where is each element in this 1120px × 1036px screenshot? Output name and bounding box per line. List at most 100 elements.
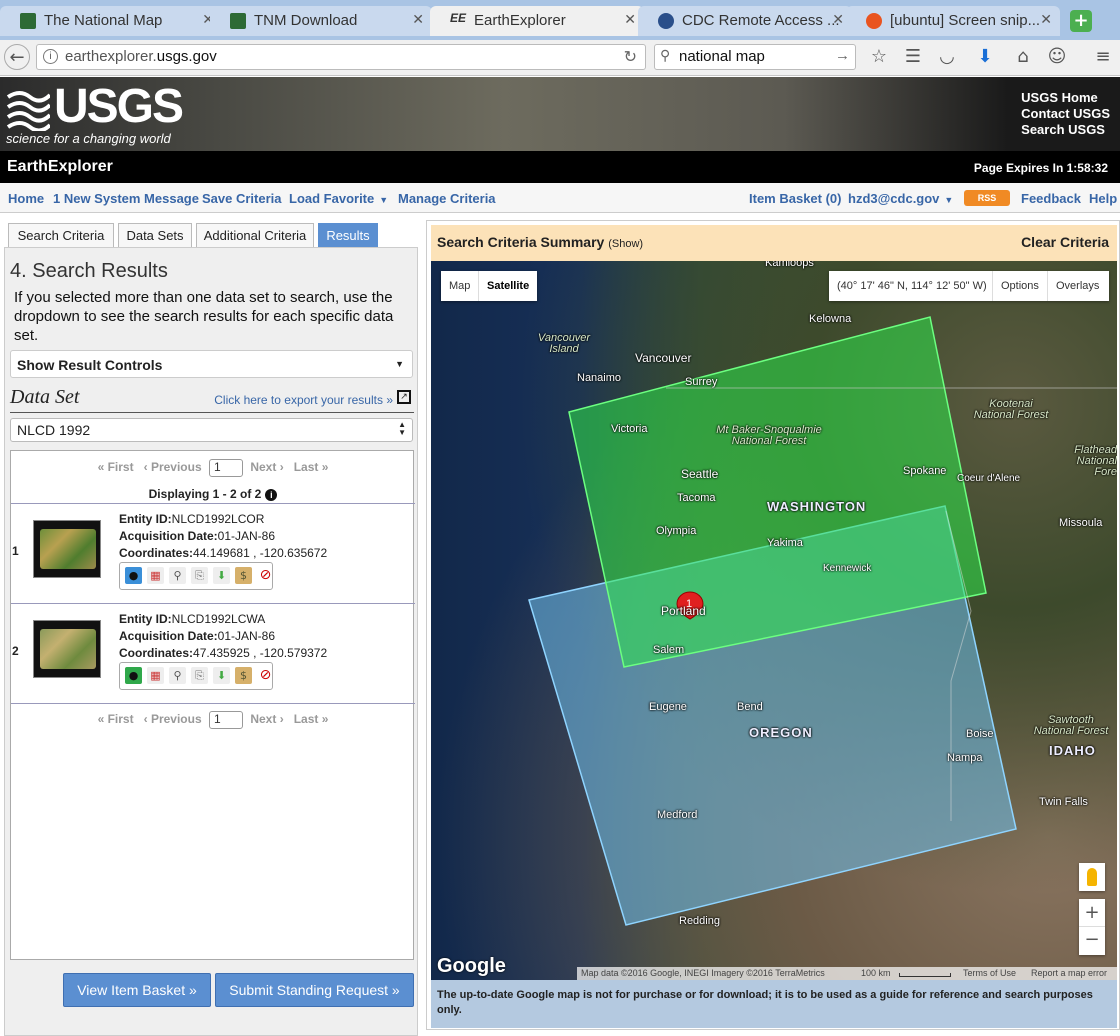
menu-home[interactable]: Home [8,191,44,206]
pager-next[interactable]: Next › [250,712,283,726]
rss-icon[interactable]: RSS [964,190,1010,206]
footprint-icon[interactable]: ● [125,567,142,584]
results-list: « First ‹ Previous 1 Next › Last » Displ… [10,450,415,960]
metadata-icon[interactable]: ⚲ [169,667,186,684]
page-number-input[interactable]: 1 [209,459,243,477]
tab-additional-criteria[interactable]: Additional Criteria [196,223,314,247]
go-arrow-icon[interactable]: → [835,47,850,64]
download-icon[interactable]: ⬇ [972,44,998,70]
coordinates-label: Coordinates: [119,646,194,660]
result-thumbnail[interactable] [33,520,101,578]
menu-manage-criteria[interactable]: Manage Criteria [398,191,496,206]
summary-show-link[interactable]: (Show) [608,238,643,250]
reload-icon[interactable]: ↻ [624,47,637,67]
pager-previous[interactable]: ‹ Previous [144,712,202,726]
usgs-logo[interactable]: USGS science for a changing world [6,83,184,147]
pager-next[interactable]: Next › [250,460,283,474]
download-options-icon[interactable]: ⬇ [213,667,230,684]
menu-help[interactable]: Help [1089,191,1117,206]
terms-link[interactable]: Terms of Use [963,968,1016,978]
pager-first[interactable]: « First [98,712,134,726]
tab-national-map[interactable]: The National Map ✕ [0,6,222,36]
download-options-icon[interactable]: ⬇ [213,567,230,584]
search-input[interactable]: ⚲ national map → [654,44,856,70]
pager-last[interactable]: Last » [294,460,329,474]
metadata-icon[interactable]: ⚲ [169,567,186,584]
tab-ubuntu[interactable]: [ubuntu] Screen snip... ✕ [846,6,1060,36]
usgs-home-link[interactable]: USGS Home [1021,90,1110,106]
result-controls-toggle[interactable]: Show Result Controls ▼ [10,350,413,378]
close-icon[interactable]: ✕ [832,11,844,28]
entity-id-value: NLCD1992LCOR [171,512,265,526]
overlay-icon[interactable]: ▦ [147,567,164,584]
submit-standing-request-button[interactable]: Submit Standing Request » [215,973,414,1007]
footprint-icon[interactable]: ● [125,667,142,684]
add-to-bulk-icon[interactable]: $ [235,567,252,584]
map-type-map[interactable]: Map [449,280,470,292]
ubuntu-favicon-icon [866,13,882,29]
bookmark-star-icon[interactable]: ☆ [866,44,892,70]
acquisition-date-value: 01-JAN-86 [217,629,276,643]
right-panel: Search Criteria Summary (Show) Clear Cri… [426,220,1120,1030]
reading-list-icon[interactable]: ☰ [900,44,926,70]
report-error-link[interactable]: Report a map error [1031,968,1107,978]
clear-criteria-button[interactable]: Clear Criteria [1021,234,1109,250]
hello-icon[interactable]: ☺ [1044,44,1070,70]
menu-feedback[interactable]: Feedback [1021,191,1081,206]
pager-last[interactable]: Last » [294,712,329,726]
overlays-button[interactable]: Overlays [1056,280,1099,292]
page-number-input[interactable]: 1 [209,711,243,729]
menu-system-message[interactable]: 1 New System Message [53,191,199,206]
map-label: Bend [737,701,763,713]
search-usgs-link[interactable]: Search USGS [1021,122,1110,138]
close-icon[interactable]: ✕ [412,11,424,28]
pager-previous[interactable]: ‹ Previous [144,460,202,474]
tab-results[interactable]: Results [318,223,378,247]
chevron-down-icon: ▼ [379,195,389,205]
add-to-bulk-icon[interactable]: $ [235,667,252,684]
home-icon[interactable]: ⌂ [1010,44,1036,70]
dataset-select[interactable]: NLCD 1992 ▲ ▼ [10,418,413,442]
view-item-basket-button[interactable]: View Item Basket » [63,973,211,1007]
exclude-icon[interactable]: ⊘ [257,667,274,684]
compare-icon[interactable]: ⎘ [191,667,208,684]
info-icon[interactable]: i [265,489,278,501]
export-results-link[interactable]: Click here to export your results » [214,393,393,407]
url-bar[interactable]: i earthexplorer.usgs.gov ↻ [36,44,646,70]
tab-search-criteria[interactable]: Search Criteria [8,223,114,247]
info-icon[interactable]: i [43,49,58,64]
menu-user-label: hzd3@cdc.gov [848,191,940,206]
tab-tnm-download[interactable]: TNM Download ✕ [210,6,432,36]
external-link-icon[interactable]: ↗ [397,390,411,404]
menu-user[interactable]: hzd3@cdc.gov ▼ [848,191,953,206]
contact-usgs-link[interactable]: Contact USGS [1021,106,1110,122]
close-icon[interactable]: ✕ [624,11,636,28]
tab-cdc-remote[interactable]: CDC Remote Access ... ✕ [638,6,852,36]
zoom-out-button[interactable]: − [1079,927,1105,955]
menu-save-criteria[interactable]: Save Criteria [202,191,282,206]
options-button[interactable]: Options [1001,280,1039,292]
map-type-satellite[interactable]: Satellite [487,280,529,292]
scale-label: 100 km [861,968,891,978]
coordinates-value: 47.435925 , -120.579372 [193,646,328,660]
new-tab-icon[interactable]: + [1070,10,1092,32]
menu-item-basket[interactable]: Item Basket (0) [749,191,841,206]
exclude-icon[interactable]: ⊘ [257,567,274,584]
menu-icon[interactable]: ≡ [1090,44,1116,70]
search-icon: ⚲ [660,47,671,63]
map-view[interactable]: 1 Map Satellite (40° 17' 46" N, 114° 12'… [431,261,1117,980]
back-icon[interactable]: ← [4,44,30,70]
map-label: Surrey [685,376,718,388]
tab-data-sets[interactable]: Data Sets [118,223,192,247]
pocket-icon[interactable]: ◡ [934,44,960,70]
street-view-pegman-icon[interactable] [1079,863,1105,891]
overlay-icon[interactable]: ▦ [147,667,164,684]
zoom-in-button[interactable]: + [1079,899,1105,927]
compare-icon[interactable]: ⎘ [191,567,208,584]
pager-top: « First ‹ Previous 1 Next › Last » [11,459,415,477]
tab-earthexplorer[interactable]: EE EarthExplorer ✕ [430,6,644,36]
menu-load-favorite[interactable]: Load Favorite ▼ [289,191,388,206]
pager-first[interactable]: « First [98,460,134,474]
result-thumbnail[interactable] [33,620,101,678]
close-icon[interactable]: ✕ [1040,11,1052,28]
